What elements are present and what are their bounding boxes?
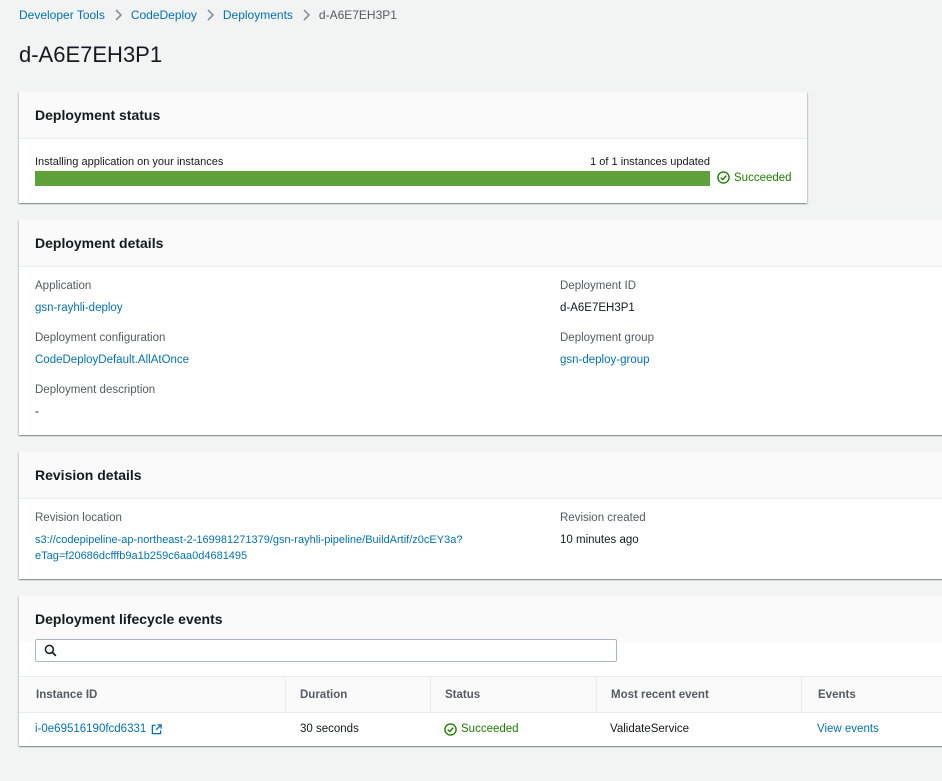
- external-link-icon[interactable]: [151, 723, 163, 735]
- deployment-description-field: Deployment description -: [35, 384, 155, 420]
- breadcrumb-developer-tools[interactable]: Developer Tools: [19, 8, 105, 22]
- check-circle-icon: [717, 171, 730, 184]
- status-message: Installing application on your instances: [35, 156, 224, 168]
- events-cell: View events: [817, 713, 879, 745]
- revision-location-line1: s3://codepipeline-ap-northeast-2-1699812…: [35, 534, 463, 546]
- progress-fill: [35, 171, 710, 186]
- breadcrumb-codedeploy[interactable]: CodeDeploy: [131, 8, 197, 22]
- search-input[interactable]: [57, 640, 616, 661]
- instance-id-link[interactable]: i-0e69516190fcd6331: [35, 723, 146, 735]
- deployment-description-label: Deployment description: [35, 384, 156, 396]
- deployment-details-title: Deployment details: [19, 220, 942, 267]
- application-link[interactable]: gsn-rayhli-deploy: [35, 300, 123, 316]
- deployment-status-text: Succeeded: [734, 171, 792, 184]
- deployment-id-value: d-A6E7EH3P1: [560, 302, 635, 314]
- deployment-description-value: -: [35, 406, 39, 418]
- status-cell: Succeeded: [444, 713, 519, 745]
- revision-created-label: Revision created: [560, 512, 646, 524]
- revision-details-title: Revision details: [19, 452, 942, 499]
- instances-updated: 1 of 1 instances updated: [590, 156, 710, 168]
- breadcrumb-current: d-A6E7EH3P1: [318, 8, 397, 22]
- breadcrumb: Developer Tools CodeDeploy Deployments d…: [19, 8, 397, 22]
- table-row: i-0e69516190fcd6331 30 seconds Succeeded…: [19, 713, 942, 745]
- deployment-group-link[interactable]: gsn-deploy-group: [560, 352, 654, 368]
- lifecycle-events-table: Instance ID Duration Status Most recent …: [19, 676, 942, 745]
- deployment-status-title: Deployment status: [19, 92, 807, 139]
- deployment-status-badge: Succeeded: [717, 171, 792, 184]
- revision-location-field: Revision location s3://codepipeline-ap-n…: [35, 512, 535, 564]
- page-title: d-A6E7EH3P1: [19, 42, 163, 67]
- search-field[interactable]: [35, 639, 617, 662]
- deployment-config-link[interactable]: CodeDeployDefault.AllAtOnce: [35, 352, 189, 368]
- deployment-id-label: Deployment ID: [560, 280, 637, 292]
- revision-created-value: 10 minutes ago: [560, 534, 639, 546]
- lifecycle-events-title: Deployment lifecycle events: [19, 596, 942, 642]
- status-row: Installing application on your instances…: [35, 156, 710, 168]
- revision-location-label: Revision location: [35, 512, 122, 524]
- deployment-group-field: Deployment group gsn-deploy-group: [560, 332, 654, 368]
- chevron-right-icon: [206, 9, 214, 21]
- column-most-recent-event[interactable]: Most recent event: [596, 677, 709, 713]
- row-status-badge: Succeeded: [444, 722, 519, 736]
- duration-cell: 30 seconds: [300, 723, 359, 735]
- check-circle-icon: [444, 722, 457, 736]
- column-events[interactable]: Events: [801, 677, 856, 713]
- search-icon: [44, 644, 57, 657]
- application-label: Application: [35, 280, 92, 292]
- recent-event-cell: ValidateService: [610, 723, 690, 735]
- breadcrumb-deployments[interactable]: Deployments: [223, 8, 293, 22]
- lifecycle-events-panel: Deployment lifecycle events Instance ID …: [19, 596, 942, 746]
- instance-id-cell: i-0e69516190fcd6331: [35, 713, 163, 745]
- column-status[interactable]: Status: [430, 677, 480, 713]
- revision-created-field: Revision created 10 minutes ago: [560, 512, 646, 548]
- deployment-config-label: Deployment configuration: [35, 332, 166, 344]
- column-duration[interactable]: Duration: [285, 677, 347, 713]
- table-header: Instance ID Duration Status Most recent …: [19, 676, 942, 713]
- revision-details-panel: Revision details Revision location s3://…: [19, 452, 942, 579]
- view-events-link[interactable]: View events: [817, 723, 879, 735]
- chevron-right-icon: [114, 9, 122, 21]
- deployment-group-label: Deployment group: [560, 332, 654, 344]
- progress-bar: [35, 171, 710, 186]
- chevron-right-icon: [302, 9, 310, 21]
- revision-location-line2: eTag=f20686dcfffb9a1b259c6aa0d4681495: [35, 550, 248, 562]
- revision-location-link[interactable]: s3://codepipeline-ap-northeast-2-1699812…: [35, 532, 535, 564]
- deployment-details-panel: Deployment details Application gsn-rayhl…: [19, 220, 942, 435]
- row-status-text: Succeeded: [461, 723, 519, 735]
- column-instance-id[interactable]: Instance ID: [36, 677, 97, 713]
- deployment-status-panel: Deployment status Installing application…: [19, 92, 807, 203]
- deployment-config-field: Deployment configuration CodeDeployDefau…: [35, 332, 189, 368]
- deployment-id-field: Deployment ID d-A6E7EH3P1: [560, 280, 636, 316]
- application-field: Application gsn-rayhli-deploy: [35, 280, 123, 316]
